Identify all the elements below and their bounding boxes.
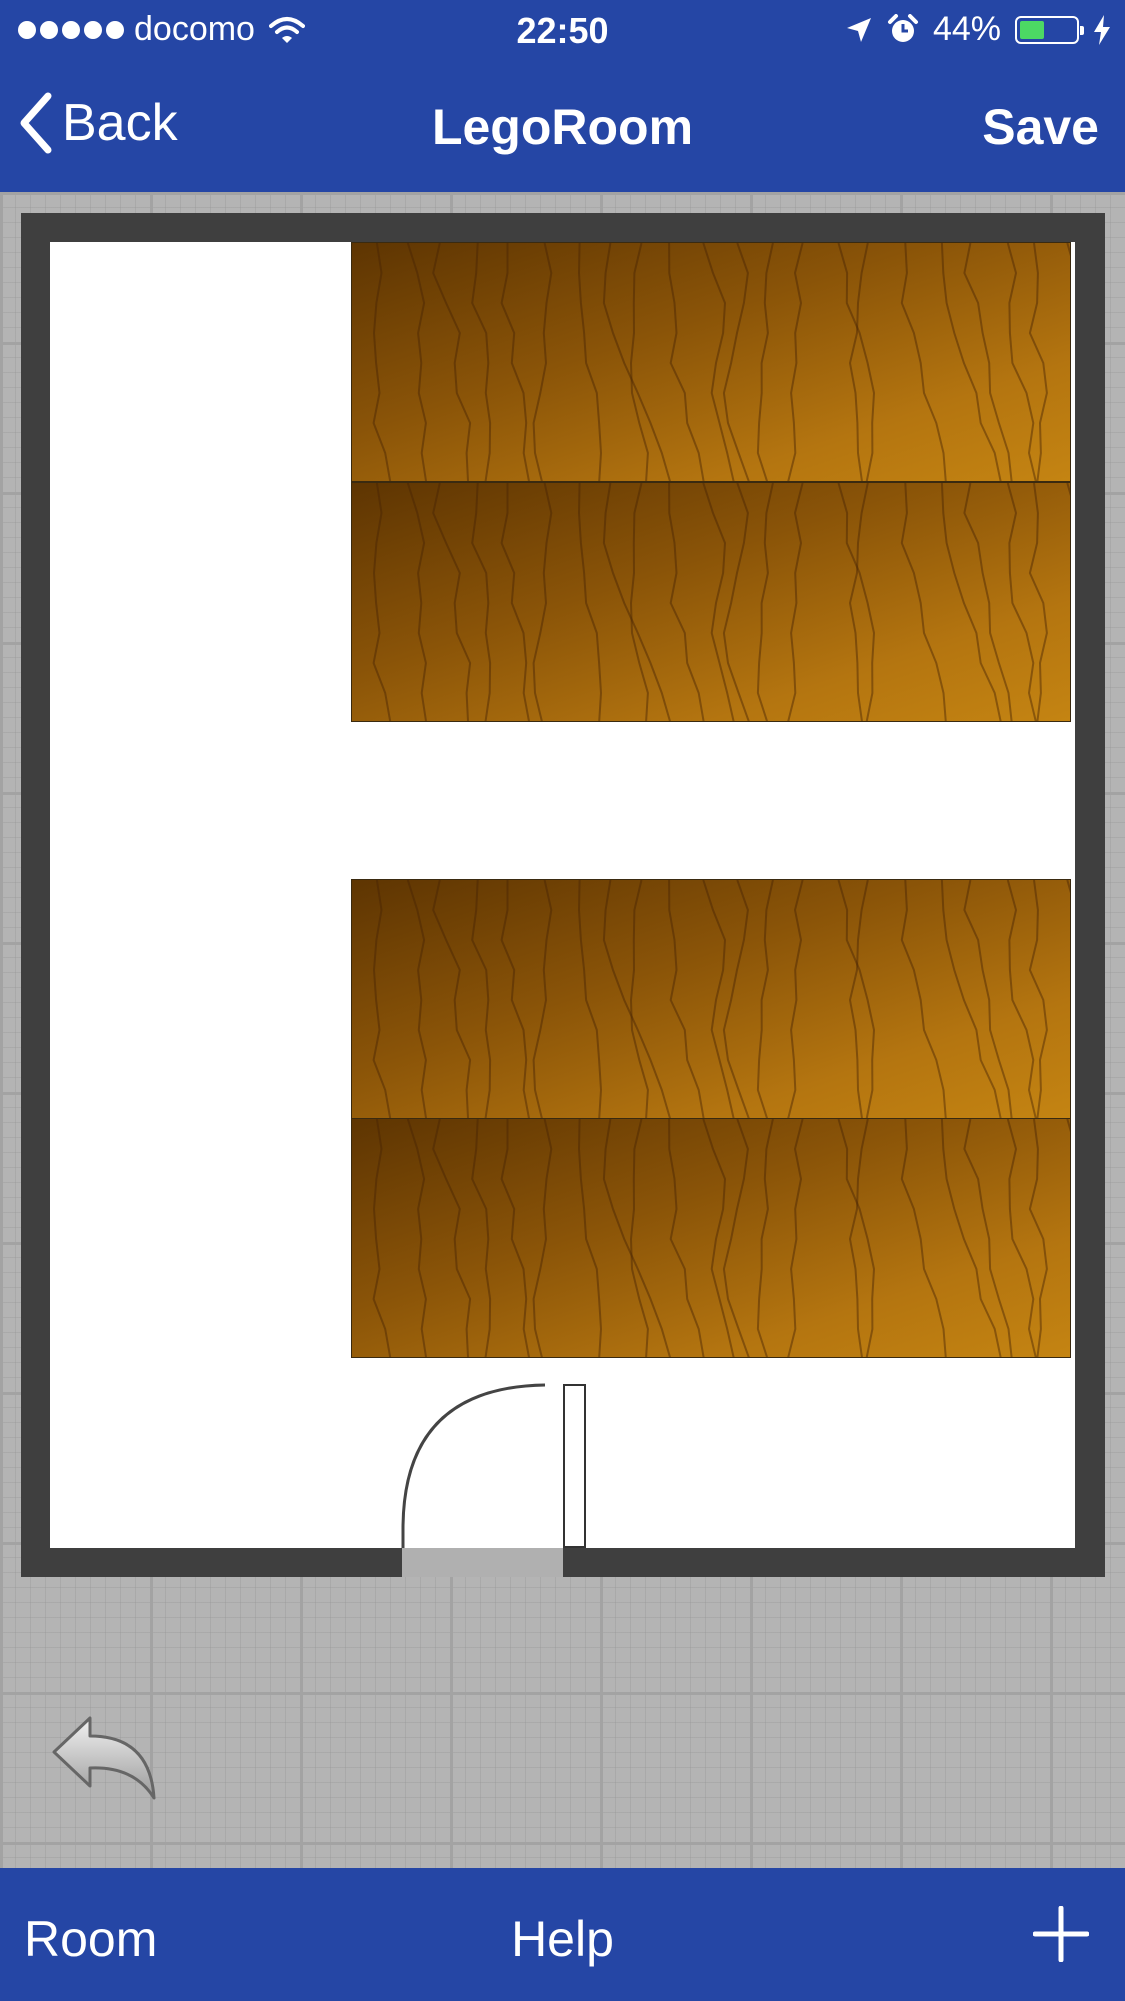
plus-icon[interactable]	[1033, 1906, 1089, 1962]
battery-percent: 44%	[932, 10, 1001, 48]
charging-bolt-icon	[1094, 14, 1110, 45]
save-button[interactable]: Save	[982, 98, 1099, 156]
room-button[interactable]: Room	[24, 1910, 157, 1968]
undo-arrow-icon[interactable]	[50, 1712, 160, 1812]
navigation-bar: Back LegoRoom Save	[0, 62, 1125, 192]
room-canvas[interactable]	[0, 192, 1125, 1868]
location-arrow-icon	[846, 17, 871, 42]
status-right-group: 44%	[845, 10, 1111, 49]
back-button[interactable]: Back	[18, 92, 178, 154]
status-bar: docomo 22:50 44%	[0, 0, 1125, 62]
help-button-wrap: Help	[0, 1910, 1125, 1968]
door[interactable]	[0, 192, 1125, 1868]
back-label: Back	[62, 94, 178, 152]
battery-icon	[1015, 15, 1084, 44]
bottom-toolbar: Room Help	[0, 1868, 1125, 2001]
alarm-clock-icon	[887, 13, 918, 42]
chevron-left-icon	[20, 92, 52, 154]
help-button[interactable]: Help	[511, 1911, 614, 1967]
